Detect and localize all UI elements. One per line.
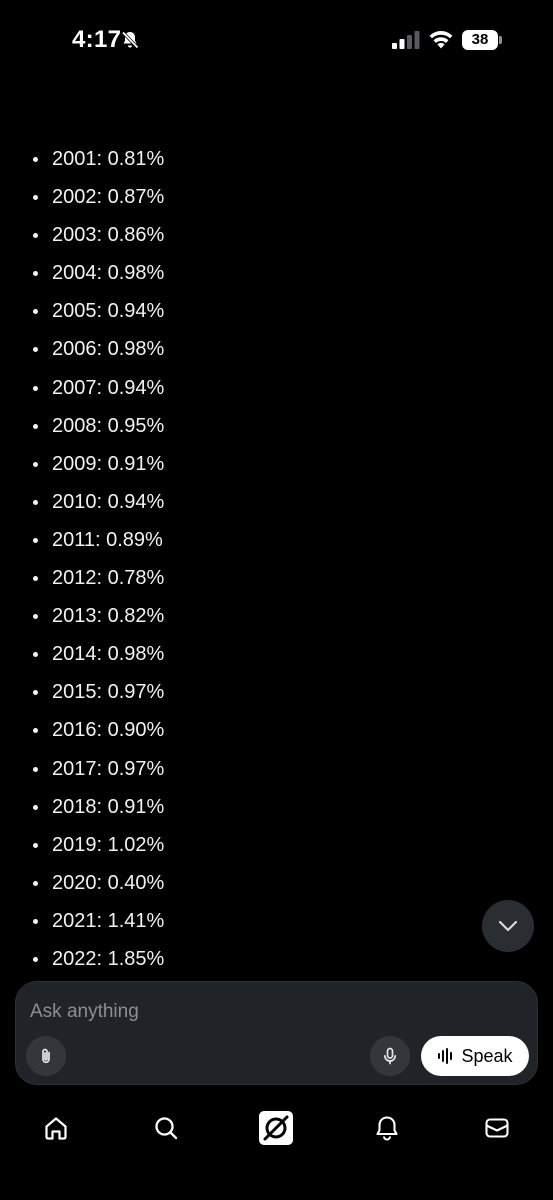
- list-item: 2017: 0.97%: [0, 750, 553, 788]
- list-item: 2005: 0.94%: [0, 292, 553, 330]
- battery-tip: [499, 36, 502, 44]
- list-item: 2019: 1.02%: [0, 826, 553, 864]
- nav-grok[interactable]: [256, 1108, 296, 1148]
- list-item: 2013: 0.82%: [0, 597, 553, 635]
- scroll-down-button[interactable]: [482, 900, 534, 952]
- wifi-icon: [429, 31, 453, 49]
- response-content: 2001: 0.81% 2002: 0.87% 2003: 0.86% 2004: 0…: [0, 140, 553, 978]
- bell-icon: [376, 1116, 398, 1141]
- nav-notifications[interactable]: [367, 1108, 407, 1148]
- speak-label: Speak: [461, 1045, 513, 1066]
- speak-button[interactable]: Speak: [421, 1036, 529, 1076]
- chevron-down-icon: [498, 920, 518, 932]
- list-item: 2018: 0.91%: [0, 788, 553, 826]
- ask-input[interactable]: [30, 998, 510, 1026]
- bell-slash-icon: [121, 31, 139, 49]
- list-item: 2009: 0.91%: [0, 445, 553, 483]
- list-item: 2011: 0.89%: [0, 521, 553, 559]
- list-item: 2001: 0.81%: [0, 140, 553, 178]
- grok-icon: [259, 1111, 293, 1145]
- list-item: 2010: 0.94%: [0, 483, 553, 521]
- microphone-icon: [383, 1047, 397, 1065]
- waveform-icon: [438, 1048, 453, 1064]
- search-icon: [155, 1117, 178, 1140]
- list-item: 2007: 0.94%: [0, 369, 553, 407]
- app-screen: 4:17 38 2001: 0.81% 2002: 0.87% 2003: 0.86…: [0, 0, 553, 1200]
- status-bar: 4:17 38: [0, 0, 553, 80]
- list-item: 2002: 0.87%: [0, 178, 553, 216]
- nav-messages[interactable]: [477, 1108, 517, 1148]
- list-item: 2006: 0.98%: [0, 330, 553, 368]
- list-item: 2020: 0.40%: [0, 864, 553, 902]
- signal-icon: [392, 31, 420, 49]
- list-item: 2008: 0.95%: [0, 407, 553, 445]
- list-item: 2016: 0.90%: [0, 711, 553, 749]
- composer: Speak: [15, 981, 538, 1085]
- bottom-nav: [0, 1100, 553, 1200]
- list-item: 2014: 0.98%: [0, 635, 553, 673]
- battery-icon: 38: [462, 30, 502, 50]
- attach-button[interactable]: [26, 1036, 66, 1076]
- nav-search[interactable]: [146, 1108, 186, 1148]
- paperclip-icon: [42, 1048, 50, 1064]
- home-icon: [45, 1117, 67, 1140]
- microphone-button[interactable]: [370, 1036, 410, 1076]
- list-item: 2012: 0.78%: [0, 559, 553, 597]
- nav-home[interactable]: [36, 1108, 76, 1148]
- list-item: 2004: 0.98%: [0, 254, 553, 292]
- list-item: 2021: 1.41%: [0, 902, 553, 940]
- battery-level: 38: [462, 30, 498, 50]
- list-item: 2015: 0.97%: [0, 673, 553, 711]
- list-item: 2022: 1.85%: [0, 940, 553, 978]
- mail-icon: [485, 1118, 509, 1138]
- status-time: 4:17: [72, 26, 122, 53]
- year-list: 2001: 0.81% 2002: 0.87% 2003: 0.86% 2004: 0…: [0, 140, 553, 978]
- list-item: 2003: 0.86%: [0, 216, 553, 254]
